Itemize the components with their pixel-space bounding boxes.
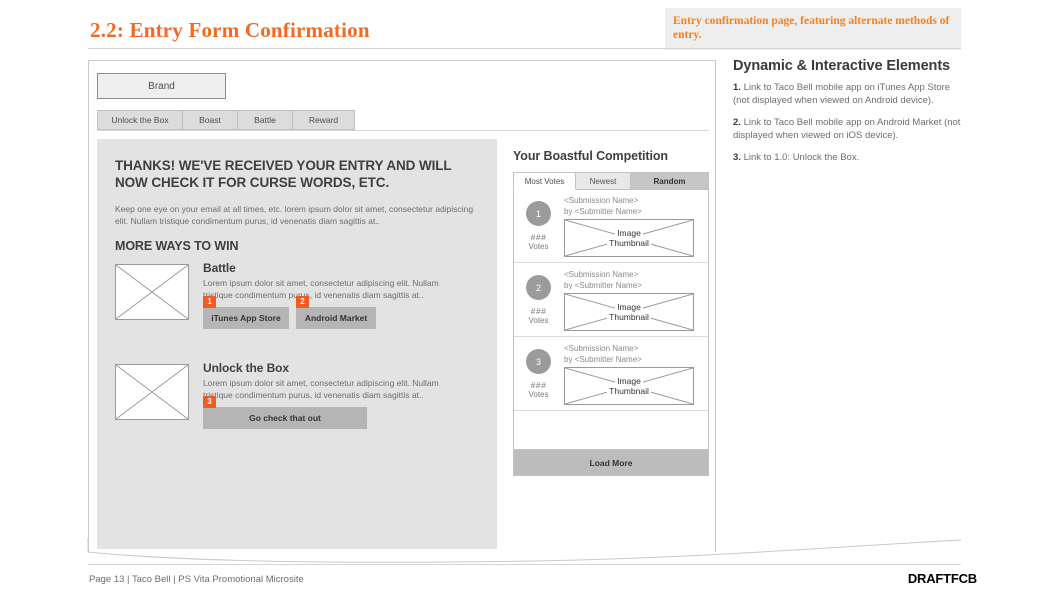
annotation-item: 3. Link to 1.0: Unlock the Box. xyxy=(733,152,961,165)
submission-vote-count: ### xyxy=(530,232,547,242)
submission-vote-count: ### xyxy=(530,306,547,316)
page-note-text: Entry confirmation page, featuring alter… xyxy=(673,15,950,41)
promo-button-row: 3 Go check that out xyxy=(203,396,367,429)
annotation-number: 2. xyxy=(733,117,741,128)
page-curl-divider xyxy=(87,538,962,563)
callout-badge-3: 3 xyxy=(203,396,216,408)
submission-row-partial[interactable] xyxy=(514,411,708,449)
load-more-button[interactable]: Load More xyxy=(513,450,709,476)
promo-body: Lorem ipsum dolor sit amet, consectetur … xyxy=(203,278,439,300)
promo-image-placeholder xyxy=(115,264,189,320)
submission-name: <Submission Name> xyxy=(564,270,639,279)
boast-tab-bar: Most Votes Newest Random xyxy=(513,172,709,190)
submission-votes-label: Votes xyxy=(528,242,549,251)
promo-image-placeholder xyxy=(115,364,189,420)
submission-name: <Submission Name> xyxy=(564,344,639,353)
submitter-name: by <Submitter Name> xyxy=(564,280,642,290)
confirmation-content-panel: THANKS! WE'VE RECEIVED YOUR ENTRY AND WI… xyxy=(97,139,497,549)
nav-tab-boast[interactable]: Boast xyxy=(183,110,238,130)
annotation-text: Link to 1.0: Unlock the Box. xyxy=(740,152,860,163)
submission-votes-label: Votes xyxy=(528,390,549,399)
submission-thumbnail-label-line1: Image xyxy=(615,302,643,312)
submission-row[interactable]: 2 ### Votes <Submission Name> by <Submit… xyxy=(514,263,708,337)
annotation-text: Link to Taco Bell mobile app on Android … xyxy=(733,117,961,141)
annotation-number: 1. xyxy=(733,82,741,93)
promo-title: Unlock the Box xyxy=(203,361,289,375)
annotation-item: 1. Link to Taco Bell mobile app on iTune… xyxy=(733,82,961,107)
nav-tab-reward[interactable]: Reward xyxy=(293,110,355,130)
tab-newest[interactable]: Newest xyxy=(576,172,631,190)
page-note-box: Entry confirmation page, featuring alter… xyxy=(665,8,961,50)
go-check-that-out-button[interactable]: 3 Go check that out xyxy=(203,396,367,429)
agency-logo: DRAFTFCB xyxy=(907,571,977,586)
callout-badge-2: 2 xyxy=(296,296,309,308)
submission-rank-badge: 2 xyxy=(526,275,551,300)
submission-vote-count: ### xyxy=(530,380,547,390)
confirmation-intro-text: Keep one eye on your email at all times,… xyxy=(115,204,474,226)
nav-tab-battle[interactable]: Battle xyxy=(238,110,293,130)
submission-thumbnail-label-line1: Image xyxy=(615,228,643,238)
wireframe-nav: Unlock the Box Boast Battle Reward xyxy=(97,110,355,130)
page-title: 2.2: Entry Form Confirmation xyxy=(90,18,370,42)
submission-thumbnail-placeholder: Image Thumbnail xyxy=(564,367,694,405)
annotations-panel: Dynamic & Interactive Elements 1. Link t… xyxy=(733,58,961,175)
tab-random[interactable]: Random xyxy=(631,172,709,190)
annotations-title: Dynamic & Interactive Elements xyxy=(733,58,951,74)
submission-row[interactable]: 3 ### Votes <Submission Name> by <Submit… xyxy=(514,337,708,411)
submission-thumbnail-label-line2: Thumbnail xyxy=(607,312,651,322)
annotation-number: 3. xyxy=(733,152,741,163)
itunes-app-store-label: iTunes App Store xyxy=(211,313,281,323)
header-divider xyxy=(88,48,961,49)
submitter-name: by <Submitter Name> xyxy=(564,206,642,216)
submission-thumbnail-placeholder: Image Thumbnail xyxy=(564,293,694,331)
submission-name: <Submission Name> xyxy=(564,196,639,205)
android-market-button[interactable]: 2 Android Market xyxy=(296,296,376,329)
submitter-name: by <Submitter Name> xyxy=(564,354,642,364)
submission-rank-badge: 3 xyxy=(526,349,551,374)
itunes-app-store-button[interactable]: 1 iTunes App Store xyxy=(203,296,289,329)
android-market-label: Android Market xyxy=(304,313,368,323)
confirmation-headline: THANKS! WE'VE RECEIVED YOUR ENTRY AND WI… xyxy=(115,158,452,190)
submission-thumbnail-placeholder: Image Thumbnail xyxy=(564,219,694,257)
tab-most-votes[interactable]: Most Votes xyxy=(513,172,576,190)
promo-title: Battle xyxy=(203,261,236,275)
boastful-competition-title: Your Boastful Competition xyxy=(513,149,668,163)
submission-thumbnail-label-line2: Thumbnail xyxy=(607,386,651,396)
callout-badge-1: 1 xyxy=(203,296,216,308)
more-ways-to-win-heading: MORE WAYS TO WIN xyxy=(115,239,239,253)
boastful-competition-panel: Your Boastful Competition Most Votes New… xyxy=(513,149,709,476)
submission-votes-label: Votes xyxy=(528,316,549,325)
annotation-text: Link to Taco Bell mobile app on iTunes A… xyxy=(733,82,951,106)
promo-body: Lorem ipsum dolor sit amet, consectetur … xyxy=(203,378,439,400)
footer-page-info: Page 13 | Taco Bell | PS Vita Promotiona… xyxy=(89,574,304,585)
wireframe-mockup: Brand Unlock the Box Boast Battle Reward… xyxy=(88,60,716,552)
submission-rank-badge: 1 xyxy=(526,201,551,226)
submission-row[interactable]: 1 ### Votes <Submission Name> by <Submit… xyxy=(514,189,708,263)
submission-thumbnail-label-line2: Thumbnail xyxy=(607,238,651,248)
submissions-list: 1 ### Votes <Submission Name> by <Submit… xyxy=(513,189,709,450)
go-check-that-out-label: Go check that out xyxy=(249,413,321,423)
annotation-item: 2. Link to Taco Bell mobile app on Andro… xyxy=(733,117,961,142)
footer-divider xyxy=(88,564,961,565)
submission-thumbnail-label-line1: Image xyxy=(615,376,643,386)
promo-button-row: 1 iTunes App Store 2 Android Market xyxy=(203,296,376,329)
nav-tab-unlock-the-box[interactable]: Unlock the Box xyxy=(97,110,183,130)
nav-underline xyxy=(97,130,709,131)
brand-logo-placeholder: Brand xyxy=(97,73,226,99)
